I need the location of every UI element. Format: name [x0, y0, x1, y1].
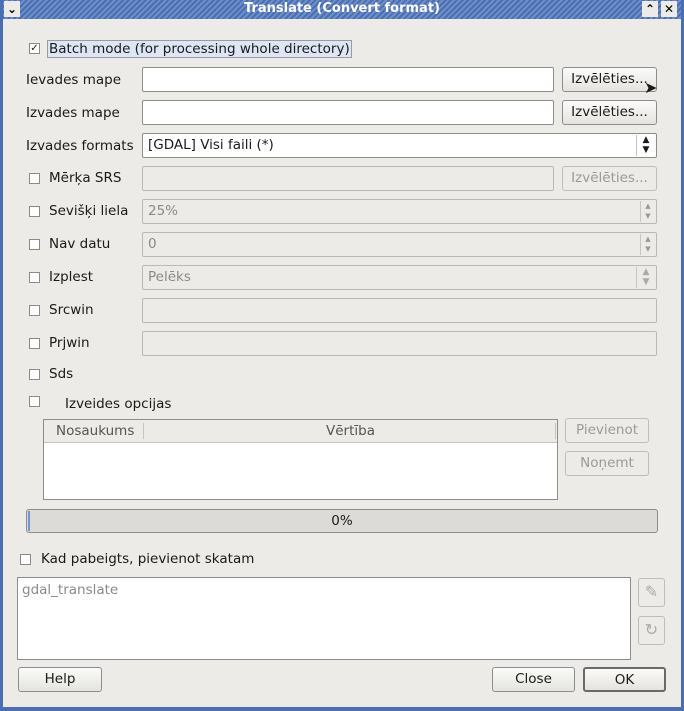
prjwin-field[interactable]	[142, 331, 657, 356]
column-header-name[interactable]: Nosaukums	[56, 423, 134, 439]
column-divider	[143, 423, 144, 439]
sds-checkbox[interactable]	[29, 369, 40, 380]
nodata-checkbox[interactable]	[29, 239, 40, 250]
input-dir-label: Ievades mape	[26, 72, 122, 88]
output-format-label: Izvades formats	[26, 138, 134, 154]
combo-arrows-icon: ▲ ▼	[636, 267, 655, 288]
prjwin-checkbox[interactable]	[29, 338, 40, 349]
outsize-checkbox[interactable]	[29, 206, 40, 217]
spin-arrows-icon[interactable]: ▲ ▼	[640, 234, 655, 255]
outsize-label: Sevišķi liela	[49, 203, 129, 219]
output-dir-field[interactable]	[142, 100, 554, 125]
help-button[interactable]: Help	[18, 667, 102, 692]
command-text: gdal_translate	[22, 582, 119, 598]
progress-fill	[28, 511, 30, 531]
window-title: Translate (Convert format)	[244, 1, 440, 16]
input-dir-field[interactable]	[142, 67, 554, 92]
nodata-label: Nav datu	[49, 236, 111, 252]
load-into-view-checkbox[interactable]	[20, 554, 31, 565]
prjwin-label: Prjwin	[49, 335, 90, 351]
spin-arrows-icon[interactable]: ▲ ▼	[640, 201, 655, 222]
output-dir-browse-button[interactable]: Izvēlēties...	[562, 100, 657, 125]
srcwin-field[interactable]	[142, 298, 657, 323]
expand-label: Izplest	[49, 269, 94, 285]
close-icon[interactable]: ✕	[661, 1, 677, 17]
command-text-area[interactable]: gdal_translate	[17, 577, 631, 660]
target-srs-label: Mērķa SRS	[49, 170, 122, 186]
edit-command-button[interactable]: ✎	[638, 578, 665, 607]
dialog-window: ⌄ Translate (Convert format) ⌃ ✕ ✓ Batch…	[3, 0, 681, 707]
reset-command-button[interactable]: ↻	[638, 616, 665, 645]
batch-mode-label[interactable]: Batch mode (for processing whole directo…	[47, 40, 352, 58]
title-bar: ⌄ Translate (Convert format) ⌃ ✕	[3, 0, 681, 19]
output-format-select[interactable]: [GDAL] Visi faili (*) ▲ ▼	[142, 133, 657, 158]
target-srs-checkbox[interactable]	[29, 173, 40, 184]
ok-button[interactable]: OK	[583, 667, 666, 692]
combo-arrows-icon: ▲ ▼	[636, 135, 655, 156]
expand-select[interactable]: Pelēks ▲ ▼	[142, 265, 657, 290]
input-dir-browse-button[interactable]: Izvēlēties...	[562, 67, 657, 92]
output-dir-label: Izvades mape	[26, 105, 120, 121]
target-srs-browse-button[interactable]: Izvēlēties...	[562, 166, 657, 191]
column-header-value[interactable]: Vērtība	[326, 423, 375, 439]
reset-icon: ↻	[644, 620, 659, 639]
expand-checkbox[interactable]	[29, 272, 40, 283]
table-header: Nosaukums Vērtība	[44, 420, 557, 443]
batch-mode-checkbox[interactable]: ✓	[29, 43, 40, 54]
creation-options-label: Izveides opcijas	[65, 396, 172, 412]
pencil-icon: ✎	[644, 582, 659, 601]
add-option-button[interactable]: Pievienot	[565, 418, 649, 443]
progress-text: 0%	[331, 513, 353, 529]
close-button[interactable]: Close	[492, 667, 575, 692]
column-divider	[555, 423, 556, 439]
creation-options-table[interactable]: Nosaukums Vērtība	[43, 419, 558, 500]
srcwin-checkbox[interactable]	[29, 305, 40, 316]
outsize-spinbox[interactable]: 25% ▲ ▼	[142, 199, 657, 224]
progress-bar: 0%	[26, 509, 658, 533]
load-into-view-label: Kad pabeigts, pievienot skatam	[41, 551, 255, 567]
target-srs-field[interactable]	[142, 166, 554, 191]
maximize-icon[interactable]: ⌃	[642, 1, 658, 17]
creation-options-checkbox[interactable]	[29, 396, 40, 407]
mouse-cursor-icon: ➤	[644, 78, 658, 97]
nodata-spinbox[interactable]: 0 ▲ ▼	[142, 232, 657, 257]
remove-option-button[interactable]: Noņemt	[565, 451, 649, 476]
srcwin-label: Srcwin	[49, 302, 94, 318]
sds-label: Sds	[49, 366, 74, 382]
